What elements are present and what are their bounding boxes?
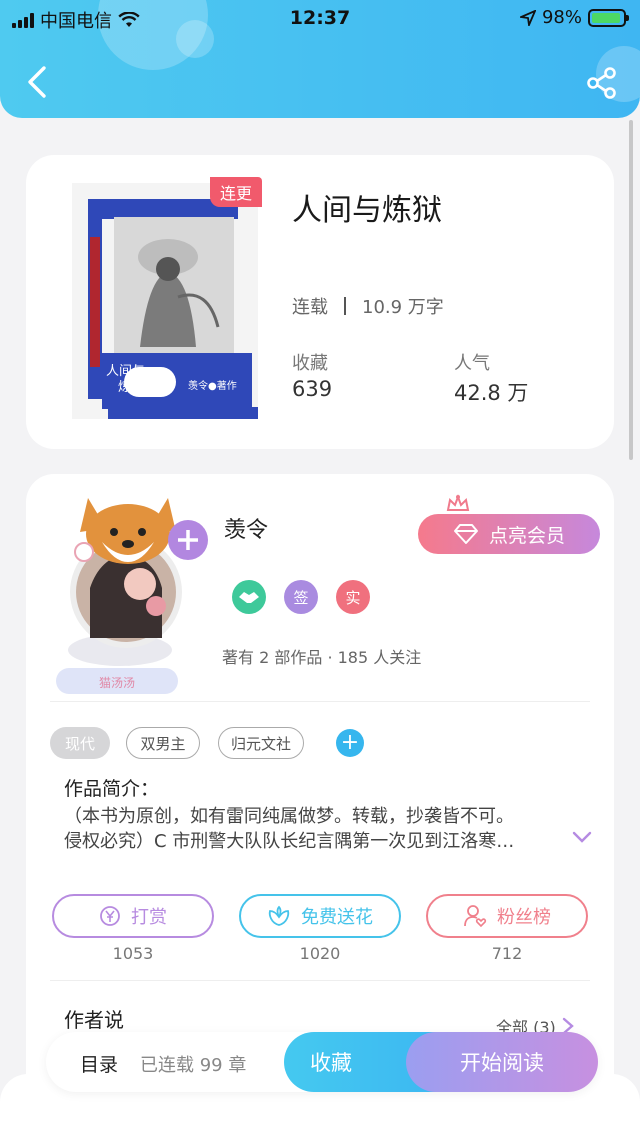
diamond-icon <box>453 524 478 544</box>
crown-icon <box>446 494 470 511</box>
intro-line: （本书为原创，如有雷同纯属做梦。转载，抄袭皆不可。 <box>64 806 514 827</box>
fans-ranking-label: 粉丝榜 <box>497 907 551 928</box>
author-name[interactable]: 羡令 <box>224 512 268 544</box>
word-count: 10.9 万字 <box>362 297 444 318</box>
bottom-action-bar: 目录 已连载 99 章 收藏 开始阅读 <box>46 1032 598 1092</box>
tip-count: 1053 <box>112 944 154 963</box>
book-title: 人间与炼狱 <box>292 193 442 228</box>
vip-button-label: 点亮会员 <box>488 524 565 547</box>
send-flower-label: 免费送花 <box>301 907 373 928</box>
svg-text:羡令●著作: 羡令●著作 <box>188 379 237 392</box>
share-icon[interactable] <box>586 66 618 100</box>
book-status: 连载 <box>292 297 328 318</box>
verified-badge: 实 <box>336 580 370 614</box>
vip-button[interactable]: 点亮会员 <box>418 514 600 554</box>
header-bar: 中国电信 12:37 98% <box>0 0 640 118</box>
works-info: 著有 2 部作品 · 185 人关注 <box>222 648 422 667</box>
divider <box>50 980 590 981</box>
tip-button[interactable]: 打赏 <box>52 894 214 938</box>
intro-line: 侵权必究）C 市刑警大队队长纪言隅第一次见到江洛寒… <box>64 831 515 852</box>
flower-icon <box>268 905 290 926</box>
add-tag-button[interactable]: + <box>336 729 364 757</box>
favorites-label: 收藏 <box>292 353 328 374</box>
book-cover[interactable]: 人间与 炼狱 羡令●著作 <box>68 177 262 423</box>
divider <box>344 297 346 315</box>
tag-modern[interactable]: 现代 <box>50 727 110 759</box>
tag-publisher[interactable]: 归元文社 <box>218 727 304 759</box>
favorites-value: 639 <box>292 377 333 401</box>
fans-icon <box>464 905 487 928</box>
start-reading-button[interactable]: 开始阅读 <box>406 1032 598 1092</box>
catalog-button[interactable]: 目录 <box>80 1050 118 1077</box>
signed-badge: 签 <box>284 580 318 614</box>
battery-icon <box>588 8 629 27</box>
divider <box>50 701 590 702</box>
svg-text:炼狱: 炼狱 <box>118 380 144 395</box>
author-notes-heading: 作者说 <box>64 1008 124 1032</box>
tip-label: 打赏 <box>131 907 167 928</box>
battery-percent: 98% <box>541 7 582 28</box>
book-status-line: 连载 10.9 万字 <box>292 293 444 319</box>
send-flower-button[interactable]: 免费送花 <box>239 894 401 938</box>
chevron-down-icon[interactable] <box>572 830 592 844</box>
handshake-icon <box>232 580 266 614</box>
back-arrow-icon[interactable] <box>22 64 52 100</box>
fans-count: 712 <box>491 944 523 963</box>
author-avatar[interactable]: 猫汤汤 <box>50 488 210 698</box>
book-cover-image: 人间与 炼狱 羡令●著作 <box>72 183 258 419</box>
serializing-badge: 连更 <box>210 177 262 207</box>
fans-ranking-button[interactable]: 粉丝榜 <box>426 894 588 938</box>
tag-bl[interactable]: 双男主 <box>126 727 200 759</box>
avatar-badge-label: 猫汤汤 <box>98 676 135 690</box>
yen-icon <box>100 906 120 926</box>
avatar-image <box>56 498 208 694</box>
svg-text:人间与: 人间与 <box>106 364 145 379</box>
status-bar: 中国电信 12:37 98% <box>0 0 640 36</box>
intro-text[interactable]: （本书为原创，如有雷同纯属做梦。转载，抄袭皆不可。 侵权必究）C 市刑警大队队长… <box>64 804 554 854</box>
book-info-card: 人间与 炼狱 羡令●著作 连更 人间与炼狱 连载 10.9 万字 收藏 639 … <box>26 155 614 449</box>
flower-count: 1020 <box>299 944 341 963</box>
chapter-count: 已连载 99 章 <box>140 1055 247 1076</box>
location-arrow-icon <box>519 9 536 26</box>
popularity-label: 人气 <box>454 353 490 374</box>
handshake-icon <box>239 592 259 603</box>
popularity-value: 42.8 万 <box>454 381 529 405</box>
scrollbar[interactable] <box>629 120 633 460</box>
intro-heading: 作品简介： <box>64 778 160 800</box>
